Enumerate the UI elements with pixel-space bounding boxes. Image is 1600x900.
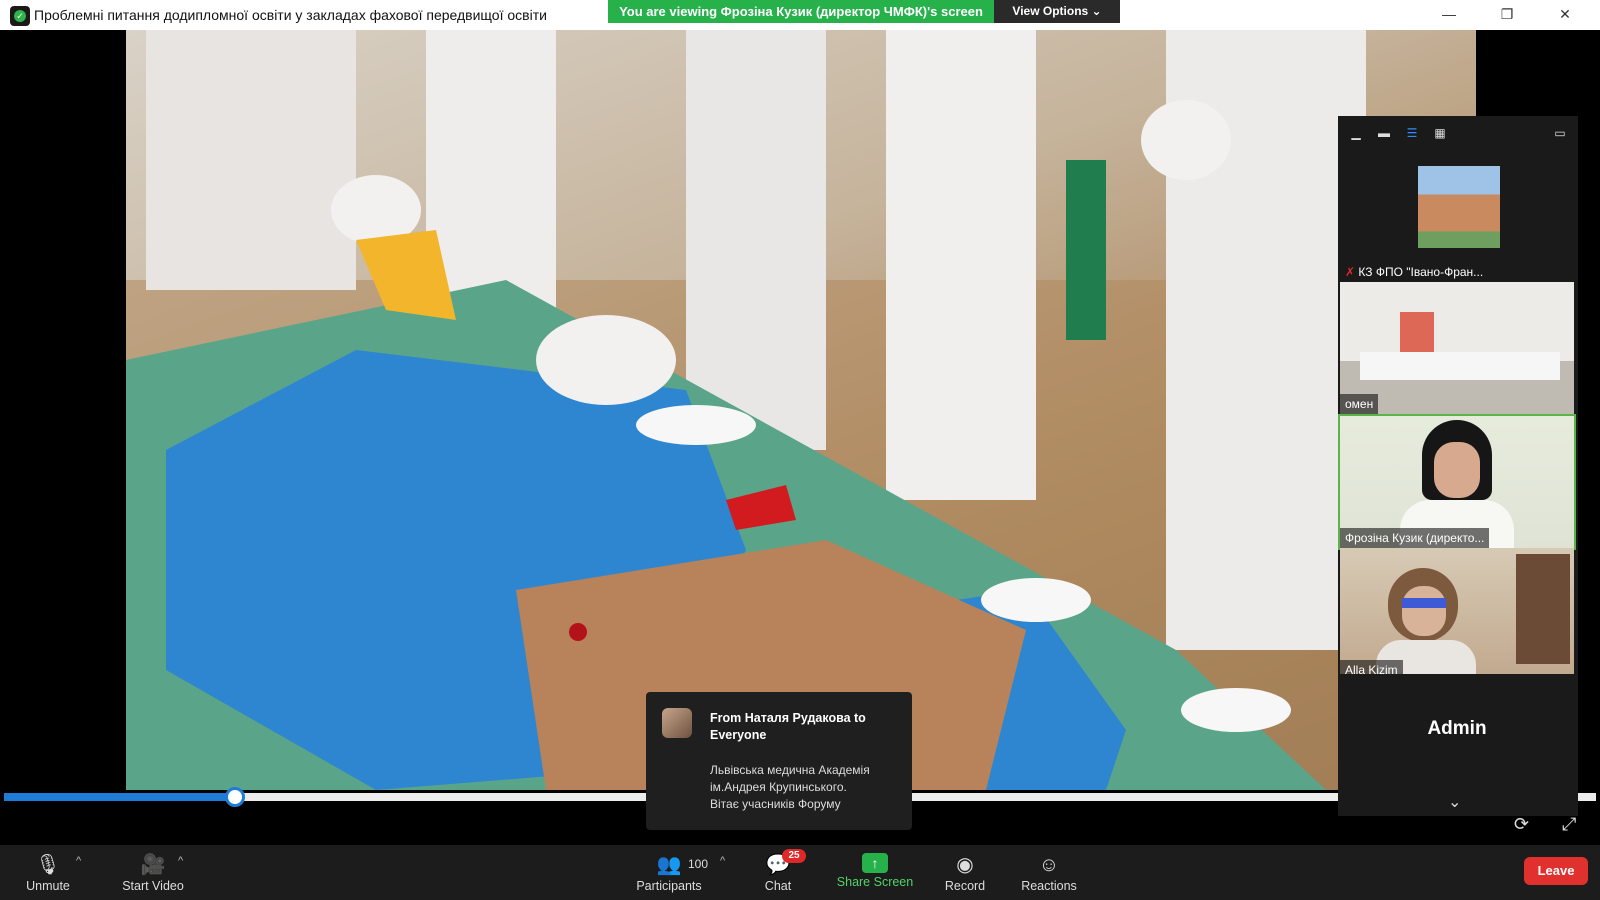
meeting-title: Проблемні питання додипломної освіти у з… bbox=[34, 7, 547, 23]
zoom-window: ✓ Проблемні питання додипломної освіти у… bbox=[0, 0, 1600, 900]
participant-name: Фрозіна Кузик (директо... bbox=[1340, 528, 1490, 548]
share-screen-icon: ↑ bbox=[862, 853, 888, 873]
share-screen-button[interactable]: ↑ Share Screen bbox=[830, 845, 920, 900]
audio-options-caret[interactable]: ^ bbox=[76, 855, 81, 867]
participants-button[interactable]: 👥 Participants bbox=[628, 845, 710, 900]
participant-gallery: ▁ ▬ ☰ ▦ ▭ ✗ КЗ ФПО "Івано-Фран... омен Ф… bbox=[1338, 116, 1578, 816]
participant-tile[interactable]: ✗ КЗ ФПО "Івано-Фран... bbox=[1340, 150, 1574, 282]
screen-sharing-banner: You are viewing Фрозіна Кузик (директор … bbox=[608, 0, 994, 23]
title-bar: ✓ Проблемні питання додипломної освіти у… bbox=[0, 0, 1600, 30]
close-window-button[interactable]: ✕ bbox=[1542, 0, 1588, 30]
participant-tile-active-speaker[interactable]: Фрозіна Кузик (директо... bbox=[1338, 414, 1576, 550]
view-options-button[interactable]: View Options ⌄ bbox=[994, 0, 1120, 23]
record-button[interactable]: ◉ Record bbox=[934, 845, 996, 900]
maximize-window-button[interactable]: ❐ bbox=[1484, 0, 1530, 30]
muted-mic-icon: 🎙 bbox=[35, 854, 61, 876]
conference-banner-graphic bbox=[1400, 312, 1434, 356]
chat-unread-badge: 25 bbox=[782, 849, 806, 863]
video-options-caret[interactable]: ^ bbox=[178, 855, 183, 867]
gallery-toolbar: ▁ ▬ ☰ ▦ ▭ bbox=[1338, 116, 1578, 150]
participant-photo bbox=[1418, 166, 1500, 248]
participant-face bbox=[1402, 586, 1446, 636]
exit-side-icon[interactable]: ▭ bbox=[1552, 126, 1568, 140]
unmute-button[interactable]: 🎙 Unmute bbox=[14, 845, 82, 900]
start-video-button[interactable]: 🎥 Start Video bbox=[108, 845, 198, 900]
side-by-side-icon[interactable]: ☰ bbox=[1404, 126, 1420, 140]
video-scene-illustration bbox=[126, 30, 1476, 790]
avatar bbox=[662, 708, 692, 738]
chat-message: Львівська медична Академія ім.Андрея Кру… bbox=[710, 763, 870, 811]
chat-notification[interactable]: From Наталя Рудакова to Everyone Львівсь… bbox=[646, 692, 912, 830]
shared-video-frame bbox=[126, 30, 1476, 790]
grid-view-icon[interactable]: ▦ bbox=[1432, 126, 1448, 140]
video-progress-fill bbox=[4, 793, 235, 801]
participant-name: ✗ КЗ ФПО "Івано-Фран... bbox=[1345, 265, 1484, 279]
record-icon: ◉ bbox=[956, 854, 974, 876]
participants-icon: 👥 bbox=[656, 854, 682, 876]
participant-tile[interactable]: омен bbox=[1340, 282, 1574, 414]
admin-tile[interactable]: Admin bbox=[1340, 674, 1574, 784]
wardrobe bbox=[1516, 554, 1570, 664]
meeting-toolbar: 🎙 Unmute ^ 🎥 Start Video ^ 👥 Participant… bbox=[0, 845, 1600, 900]
minimize-icon[interactable]: ▁ bbox=[1348, 126, 1364, 140]
leave-meeting-button[interactable]: Leave bbox=[1524, 857, 1588, 885]
video-progress-knob[interactable] bbox=[224, 787, 245, 807]
reactions-button[interactable]: ☺ Reactions bbox=[1014, 845, 1084, 900]
refresh-icon[interactable]: ⟳ bbox=[1514, 814, 1529, 835]
reactions-icon: ☺ bbox=[1038, 854, 1060, 876]
participants-options-caret[interactable]: ^ bbox=[720, 855, 725, 867]
conference-table bbox=[1360, 352, 1560, 380]
video-off-icon: 🎥 bbox=[140, 854, 166, 876]
minimize-window-button[interactable]: — bbox=[1426, 0, 1472, 30]
fullscreen-icon[interactable]: ⤢ bbox=[1562, 814, 1576, 835]
participant-count: 100 bbox=[688, 857, 709, 871]
chevron-down-icon[interactable]: ⌄ bbox=[1448, 792, 1461, 812]
participant-name: омен bbox=[1340, 394, 1379, 414]
chat-sender: From Наталя Рудакова to Everyone bbox=[710, 711, 866, 742]
muted-mic-icon: ✗ bbox=[1345, 265, 1356, 279]
speaker-face bbox=[1434, 442, 1480, 498]
glasses bbox=[1402, 598, 1446, 608]
speaker-view-icon[interactable]: ▬ bbox=[1376, 126, 1392, 140]
participant-tile[interactable]: Alla Kizim bbox=[1340, 548, 1574, 680]
